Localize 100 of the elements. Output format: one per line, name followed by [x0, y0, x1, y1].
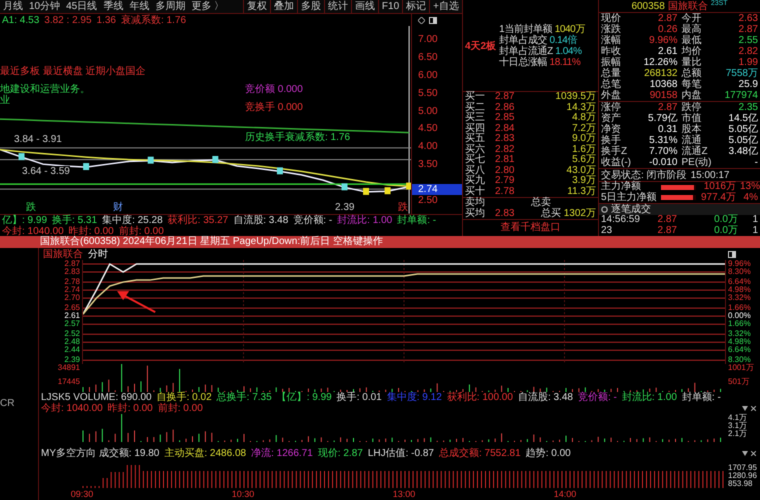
- indicator-value: 主动买盘: 2486.08: [164, 448, 246, 458]
- quote-value: 177974: [724, 90, 759, 101]
- price-axis-label: 6.50: [417, 52, 439, 64]
- indicator-value: 自流股: 3.48: [518, 392, 573, 403]
- bid-volume: 7.2万: [571, 124, 597, 134]
- bid-volume: 43.0万: [566, 166, 597, 176]
- quote-value: 7558万: [724, 68, 759, 79]
- tick-price: 2.87: [656, 215, 678, 226]
- indicator-value: 竞价额: -: [578, 392, 617, 403]
- quote-label: 最低: [680, 36, 702, 46]
- price-axis-label: 2.48: [64, 338, 81, 346]
- percent-axis-label: 0.00%: [727, 312, 751, 320]
- indicator-value: 净流: 1266.71: [251, 448, 313, 458]
- close-icon[interactable]: [751, 450, 756, 456]
- quote-label: 收益(-): [600, 158, 631, 168]
- avg-label: 买均: [464, 208, 486, 219]
- indicator-value: 今封: 1040.00: [41, 403, 103, 414]
- bid-price: 2.85: [494, 113, 516, 124]
- bid-label: 买八: [464, 166, 486, 176]
- indicator-value: 竞价额: -: [293, 214, 332, 226]
- toolbar-button[interactable]: 叠加: [270, 0, 297, 13]
- indicator-value: 集中度: 25.28: [102, 214, 163, 226]
- quote-label: 跌停: [680, 102, 702, 113]
- quote-label: 流通Z: [680, 146, 709, 157]
- chart-label: 财: [113, 202, 123, 213]
- flow-percent: 13%: [739, 182, 760, 192]
- quote-value: 5.05亿: [728, 124, 759, 135]
- chart-note: 历史换手衰减系数: 1.76: [245, 132, 350, 143]
- window-icon[interactable]: [728, 250, 736, 258]
- bid-volume: 4.8万: [571, 113, 597, 124]
- indicator-axis-label: 4.1万: [727, 414, 748, 422]
- stock-name: 国旅联合: [668, 0, 708, 12]
- bid-label: 买六: [464, 144, 486, 155]
- bid-price: 2.80: [494, 166, 516, 176]
- toolbar-button[interactable]: +自选: [429, 0, 462, 13]
- quote-label: 总额: [680, 68, 702, 79]
- quote-value: 2.61: [657, 46, 678, 57]
- indicator-value: 自流股: 3.48: [233, 214, 288, 226]
- price-axis-label: 2.50: [417, 194, 439, 206]
- quote-value: -: [754, 158, 759, 168]
- period-tab[interactable]: 月线: [0, 0, 26, 13]
- quote-label: 外盘: [600, 90, 622, 101]
- quote-value: 5.31%: [648, 136, 678, 146]
- toolbar-button[interactable]: 标记: [402, 0, 430, 13]
- period-tab[interactable]: 季线: [100, 0, 126, 13]
- quote-value: 9.96%: [648, 36, 678, 46]
- quote-label: 每笔: [680, 80, 702, 90]
- bid-price: 2.86: [494, 102, 516, 113]
- period-tab[interactable]: 10分钟: [26, 0, 64, 13]
- indicator-value: 亿】: 9.99: [2, 214, 48, 226]
- quote-value: 3.48亿: [728, 146, 759, 157]
- period-tab[interactable]: 多周期: [152, 0, 188, 13]
- toolbar-button[interactable]: 统计: [324, 0, 351, 13]
- quote-label: 涨跌: [600, 24, 622, 35]
- period-tab[interactable]: 更多 〉: [188, 0, 228, 13]
- quote-value: 2.63: [738, 14, 759, 24]
- arrow: [117, 291, 156, 314]
- toolbar-button[interactable]: 多股: [296, 0, 324, 13]
- depth-link[interactable]: 查看千档盘口: [463, 219, 598, 234]
- window-icon[interactable]: [429, 16, 438, 24]
- price-axis-label: 2.65: [64, 304, 81, 312]
- chart-mode: 分时: [88, 248, 108, 260]
- tick-volume: 0.0万: [713, 215, 739, 226]
- bid-price: 2.87: [494, 92, 516, 102]
- diamond-icon[interactable]: [418, 16, 426, 24]
- dropdown-icon[interactable]: [742, 406, 748, 411]
- quote-label: 总笔: [600, 80, 622, 90]
- ticks-title: 逐笔成交: [611, 204, 651, 215]
- indicator-value: 3.82 : 2.95: [44, 14, 92, 26]
- price-axis-label: 5.00: [417, 106, 439, 117]
- quote-value: 0.26: [657, 24, 678, 35]
- quote-value: -0.010: [648, 158, 678, 168]
- quote-label: 总量: [600, 68, 622, 79]
- limit-info-line: 1当前封单额 1040万: [499, 24, 585, 34]
- volume-axis-label: 34891: [56, 364, 81, 372]
- quote-value: 2.87: [738, 24, 759, 35]
- price-axis-label: 4.00: [417, 141, 439, 152]
- price-axis-label: 2.57: [64, 320, 81, 328]
- quote-value: 5.05亿: [728, 136, 759, 146]
- indicator-value: MY多空方向 成交额: 19.80: [41, 448, 160, 458]
- quote-value: 2.87: [657, 14, 678, 24]
- stock-name: 国旅联合: [43, 248, 83, 260]
- indicator-value: 趋势: 0.00: [526, 448, 571, 458]
- quote-label: 换手: [600, 136, 621, 146]
- chart-label: 3.84 - 3.91: [14, 134, 62, 145]
- percent-axis-label: 6.64%: [727, 278, 751, 286]
- quote-value: 10368: [648, 80, 678, 90]
- flow-label: 主力净额: [600, 182, 641, 192]
- toolbar-button[interactable]: 画线: [350, 0, 378, 13]
- dropdown-icon[interactable]: [742, 450, 748, 456]
- toolbar-button[interactable]: F10: [378, 0, 402, 13]
- period-tab[interactable]: 年线: [126, 0, 152, 13]
- percent-axis-label: 1.66%: [727, 304, 751, 312]
- toolbar-button[interactable]: 复权: [242, 0, 270, 13]
- period-tab[interactable]: 45日线: [63, 0, 100, 13]
- flow-label: 5日主力净额: [600, 192, 658, 203]
- close-icon[interactable]: [751, 406, 756, 411]
- price-axis-label: 4.50: [417, 123, 439, 134]
- indicator-value: 换手: 0.01: [336, 392, 382, 403]
- quote-label: 流通: [680, 136, 702, 146]
